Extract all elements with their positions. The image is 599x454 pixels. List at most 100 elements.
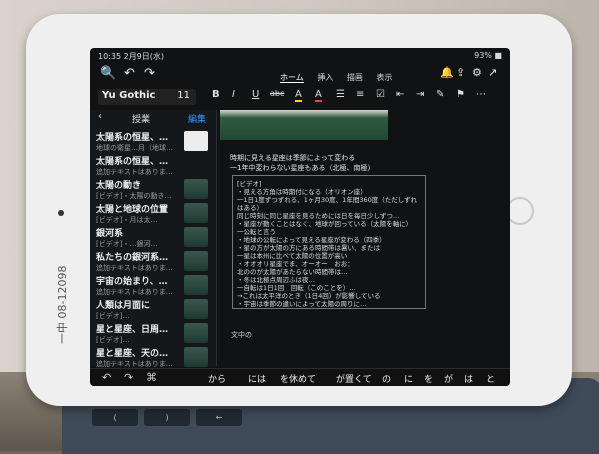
highlight-button[interactable]: A	[295, 89, 302, 102]
redo-icon[interactable]: ↷	[124, 371, 133, 384]
note-line: 時期に見える星座は季節によって変わる	[230, 154, 356, 162]
note-line: 一1年中変わらない星座もある（北極、南極）	[230, 164, 375, 172]
video-line: 一星は本州に比べて太陽の位置が高い	[237, 252, 348, 260]
note-thumbnail	[184, 131, 208, 151]
note-thumbnail	[184, 275, 208, 295]
video-line: ・星の方が太陽の方にある時間帯は暑い、または	[237, 244, 380, 252]
note-thumbnail	[184, 347, 208, 367]
status-time: 10:35 2月9日(水)	[98, 52, 165, 61]
note-title: 人類は月面に	[96, 301, 151, 311]
keyboard-key[interactable]: )	[144, 409, 190, 426]
strikethrough-button[interactable]: abc	[270, 89, 284, 98]
font-name: Yu Gothic	[102, 90, 156, 101]
candidate-word[interactable]: を休めて	[280, 372, 316, 385]
edit-button[interactable]: 編集	[188, 112, 206, 125]
bell-icon[interactable]: 🔔	[440, 66, 454, 79]
tablet-device: 一中 08-12098 10:35 2月9日(水) 93% ■ 🔍 ↶ ↷ ホー…	[26, 14, 572, 406]
candidate-word[interactable]: が置くて	[336, 372, 372, 385]
video-line: 一公転と言う	[237, 228, 276, 236]
status-bar: 10:35 2月9日(水) 93% ■	[98, 51, 502, 63]
more-icon[interactable]: ⋯	[476, 89, 486, 100]
video-line: ・冬は北極点周辺ふは夜…	[237, 276, 315, 284]
share-icon[interactable]: ⇪	[456, 66, 465, 79]
sidebar-header: ‹ 授業 編集	[90, 110, 216, 126]
video-line: 一自転は1日1回 回転（このことを）…	[237, 284, 356, 292]
status-indicators: 93% ■	[474, 51, 502, 60]
indent-icon[interactable]: ⇥	[416, 89, 424, 100]
underline-button[interactable]: U	[252, 89, 259, 100]
note-title: 私たちの銀河系…	[96, 253, 169, 263]
note-text: 時期に見える星座は季節によって変わる 一1年中変わらない星座もある（北極、南極）	[230, 153, 374, 173]
undo-icon[interactable]: ↶	[124, 66, 135, 81]
expand-icon[interactable]: ↗	[488, 66, 497, 79]
ribbon-tabs: ホーム 挿入 描画 表示	[280, 72, 403, 83]
tab-view[interactable]: 表示	[376, 73, 392, 82]
font-color-button[interactable]: A	[315, 89, 322, 102]
front-camera	[58, 210, 64, 216]
video-line: [ビデオ]	[237, 180, 262, 188]
candidate-word[interactable]: の	[382, 372, 391, 385]
video-line: ・オオオリ星座でま、オーオー おお：	[237, 260, 354, 268]
font-selector[interactable]: Yu Gothic 11	[98, 89, 196, 105]
top-toolbar: 🔍 ↶ ↷ ホーム 挿入 描画 表示 🔔 ⇪ ⚙ ↗	[90, 64, 510, 86]
candidate-word[interactable]: を	[424, 372, 433, 385]
note-thumbnail	[184, 299, 208, 319]
note-thumbnail	[184, 227, 208, 247]
note-thumbnail	[184, 179, 208, 199]
note-title: 銀河系	[96, 229, 124, 239]
back-icon[interactable]: ‹	[98, 111, 102, 122]
note-thumbnail	[184, 323, 208, 343]
video-line: ・地球の公転によって見える星座が変わる（四季）	[237, 236, 386, 244]
tab-insert[interactable]: 挿入	[317, 73, 333, 82]
candidate-word[interactable]: から	[208, 372, 226, 385]
candidate-word[interactable]: と	[486, 372, 495, 385]
note-title: 太陽系の恒星、…	[96, 133, 169, 143]
candidate-word[interactable]: が	[444, 372, 453, 385]
font-size: 11	[177, 90, 190, 101]
video-line: 一1日1度ずつずれる、1ヶ月30度、1年間360度（ただしずれはある）	[237, 196, 418, 212]
video-line: ・星座が動くことはなく、地球が回っている（太陽を軸に）	[237, 220, 413, 228]
tab-draw[interactable]: 描画	[347, 73, 363, 82]
note-title: 星と星座、天の…	[96, 349, 169, 359]
note-content[interactable]: 時期に見える星座は季節によって変わる 一1年中変わらない星座もある（北極、南極）…	[218, 110, 510, 366]
section-title: 授業	[132, 115, 151, 125]
video-line: ・宇宙は季節の違いによって太陽の周りに…	[237, 300, 367, 308]
note-title: 太陽と地球の位置	[96, 205, 169, 215]
clipboard-icon[interactable]: ⌘	[146, 371, 157, 384]
ime-candidate-bar: ↶ ↷ ⌘ から には を休めて が置くて の に を が は と	[90, 368, 510, 386]
home-button[interactable]	[506, 197, 534, 225]
note-thumbnail	[184, 251, 208, 271]
input-text[interactable]: 文中の	[231, 330, 252, 340]
italic-button[interactable]: I	[232, 89, 235, 100]
numbering-icon[interactable]: ≡	[356, 89, 364, 100]
candidate-word[interactable]: には	[248, 372, 266, 385]
note-title: 星と星座、日周…	[96, 325, 169, 335]
bullets-icon[interactable]: ☰	[336, 89, 345, 100]
undo-icon[interactable]: ↶	[102, 371, 111, 384]
candidate-word[interactable]: は	[464, 372, 473, 385]
tab-home[interactable]: ホーム	[280, 73, 304, 83]
keyboard-key[interactable]: ←	[196, 409, 242, 426]
notes-sidebar: ‹ 授業 編集 太陽系の恒星、… 地球の衛星…月（地球… 太陽系の恒星、… 追加…	[90, 110, 217, 368]
video-line: →これは太平洋のとき（1日4回）が影響している	[237, 292, 381, 300]
note-title: 太陽の動き	[96, 181, 142, 191]
outdent-icon[interactable]: ⇤	[396, 89, 404, 100]
note-title: 宇宙の始まり、…	[96, 277, 168, 287]
blackboard-image	[220, 110, 388, 140]
bold-button[interactable]: B	[212, 89, 220, 100]
video-line: 同じ時刻に同じ星座を見るためには日を毎日少しずつ…	[237, 212, 400, 220]
settings-icon[interactable]: ⚙	[472, 66, 482, 79]
draw-icon[interactable]: ✎	[436, 89, 444, 100]
video-line: ・見える方角は時期付になる（オリオン座）	[237, 188, 367, 196]
tablet-screen: 10:35 2月9日(水) 93% ■ 🔍 ↶ ↷ ホーム 挿入 描画 表示 🔔…	[90, 48, 510, 386]
redo-icon[interactable]: ↷	[144, 66, 155, 81]
note-title: 太陽系の恒星、…	[96, 157, 169, 167]
candidate-word[interactable]: に	[404, 372, 413, 385]
checklist-icon[interactable]: ☑	[376, 89, 385, 100]
note-thumbnail	[184, 203, 208, 223]
video-line: 北ののが太陽があたらない時間帯は…	[237, 268, 348, 276]
keyboard-key[interactable]: (	[92, 409, 138, 426]
search-icon[interactable]: 🔍	[100, 66, 116, 81]
tag-icon[interactable]: ⚑	[456, 89, 465, 100]
video-notes-box[interactable]: [ビデオ] ・見える方角は時期付になる（オリオン座） 一1日1度ずつずれる、1ヶ…	[232, 175, 426, 309]
